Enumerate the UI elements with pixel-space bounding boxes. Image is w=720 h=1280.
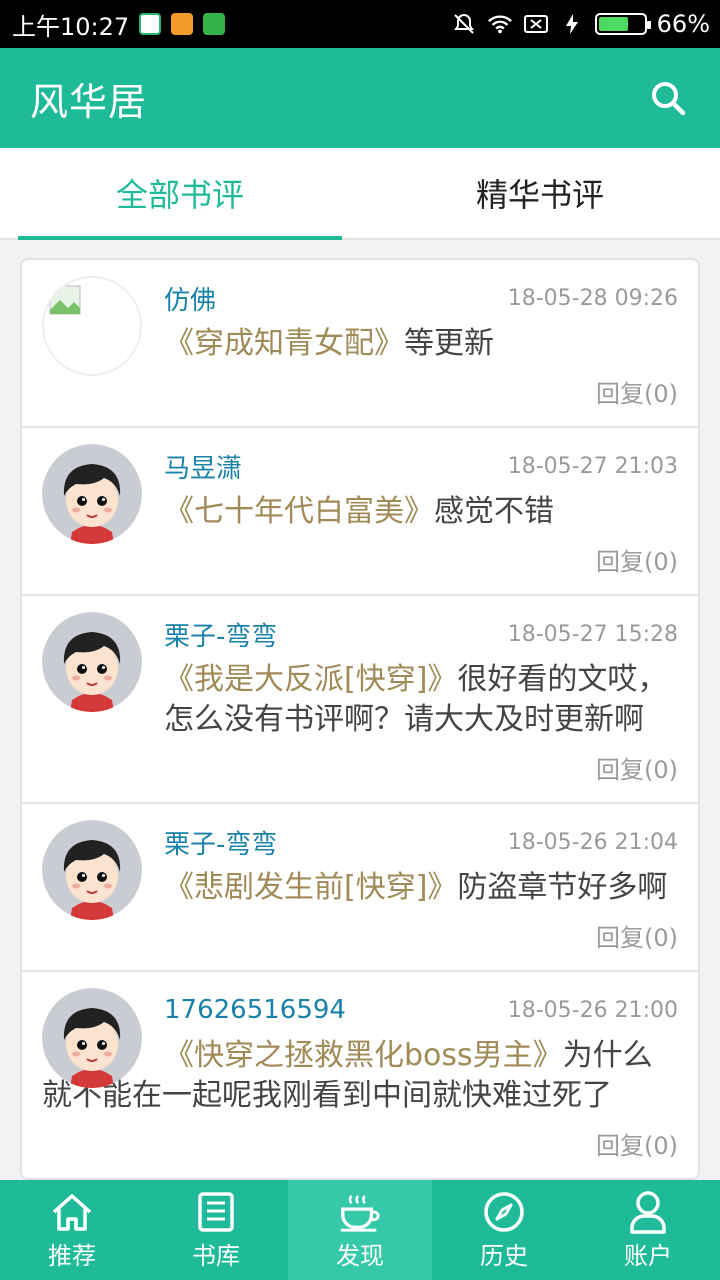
book-icon bbox=[194, 1190, 238, 1234]
review-time: 18-05-27 21:03 bbox=[507, 453, 678, 479]
nav-account[interactable]: 账户 bbox=[576, 1180, 720, 1280]
review-item[interactable]: 17626516594 18-05-26 21:00 《快穿之拯救黑化boss男… bbox=[22, 972, 698, 1178]
nav-discover[interactable]: 发现 bbox=[288, 1180, 432, 1280]
review-list[interactable]: 仿佛 18-05-28 09:26 《穿成知青女配》等更新 回复(0) 马昱潇 … bbox=[20, 258, 700, 1180]
book-title-link[interactable]: 《穿成知青女配》 bbox=[164, 326, 404, 361]
cartoon-avatar-icon bbox=[42, 988, 142, 1088]
review-item[interactable]: 马昱潇 18-05-27 21:03 《七十年代白富美》感觉不错 回复(0) bbox=[22, 428, 698, 596]
book-title-link[interactable]: 《七十年代白富美》 bbox=[164, 494, 434, 529]
app-bar: 风华居 bbox=[0, 48, 720, 148]
cartoon-avatar-icon bbox=[42, 612, 142, 712]
cartoon-avatar-icon bbox=[42, 444, 142, 544]
search-button[interactable] bbox=[646, 76, 690, 120]
review-time: 18-05-28 09:26 bbox=[507, 285, 678, 311]
review-username[interactable]: 马昱潇 bbox=[164, 448, 242, 485]
reply-link[interactable]: 回复(0) bbox=[42, 750, 678, 784]
avatar[interactable] bbox=[42, 276, 142, 376]
nav-recommend-label: 推荐 bbox=[48, 1241, 96, 1270]
nav-history-label: 历史 bbox=[480, 1241, 528, 1270]
reply-link[interactable]: 回复(0) bbox=[42, 918, 678, 952]
reply-link[interactable]: 回复(0) bbox=[42, 1126, 678, 1160]
book-title-link[interactable]: 《快穿之拯救黑化boss男主》 bbox=[164, 1038, 563, 1073]
review-time: 18-05-26 21:04 bbox=[507, 829, 678, 855]
battery-percent: 66% bbox=[656, 10, 710, 38]
book-title-link[interactable]: 《悲剧发生前[快穿]》 bbox=[164, 870, 457, 905]
user-icon bbox=[626, 1190, 670, 1234]
nav-history[interactable]: 历史 bbox=[432, 1180, 576, 1280]
avatar[interactable] bbox=[42, 988, 142, 1088]
bottom-nav: 推荐 书库 发现 历史 账户 bbox=[0, 1180, 720, 1280]
avatar[interactable] bbox=[42, 820, 142, 920]
review-content: 《悲剧发生前[快穿]》防盗章节好多啊 bbox=[164, 868, 678, 908]
wifi-icon bbox=[487, 13, 513, 35]
reply-link[interactable]: 回复(0) bbox=[42, 542, 678, 576]
review-content: 《穿成知青女配》等更新 bbox=[164, 324, 678, 364]
review-username[interactable]: 17626516594 bbox=[164, 995, 346, 1025]
nav-discover-label: 发现 bbox=[336, 1241, 384, 1270]
review-text: 防盗章节好多啊 bbox=[457, 870, 668, 905]
status-bar: 上午10:27 66% bbox=[0, 0, 720, 48]
home-icon bbox=[50, 1190, 94, 1234]
status-time: 上午10:27 bbox=[12, 12, 130, 41]
app-title: 风华居 bbox=[30, 79, 148, 124]
tab-all-reviews[interactable]: 全部书评 bbox=[0, 148, 360, 240]
broken-image-icon bbox=[49, 285, 81, 315]
review-time: 18-05-26 21:00 bbox=[507, 997, 678, 1023]
review-username[interactable]: 栗子-弯弯 bbox=[164, 824, 277, 861]
review-content: 《七十年代白富美》感觉不错 bbox=[164, 492, 678, 532]
battery-icon bbox=[594, 13, 651, 35]
review-content: 《我是大反派[快穿]》很好看的文哎，怎么没有书评啊？请大大及时更新啊 bbox=[164, 660, 678, 740]
review-text: 等更新 bbox=[404, 326, 494, 361]
avatar[interactable] bbox=[42, 612, 142, 712]
app-notification-icon bbox=[139, 13, 162, 35]
book-title-link[interactable]: 《我是大反派[快穿]》 bbox=[164, 662, 457, 697]
charging-icon bbox=[559, 13, 585, 35]
review-username[interactable]: 仿佛 bbox=[164, 280, 216, 317]
nav-library-label: 书库 bbox=[192, 1241, 240, 1270]
reply-link[interactable]: 回复(0) bbox=[42, 374, 678, 408]
tab-featured-reviews[interactable]: 精华书评 bbox=[360, 148, 720, 238]
nav-recommend[interactable]: 推荐 bbox=[0, 1180, 144, 1280]
review-tabs: 全部书评 精华书评 bbox=[0, 148, 720, 240]
cartoon-avatar-icon bbox=[42, 820, 142, 920]
no-sim-icon bbox=[523, 13, 549, 35]
review-username[interactable]: 栗子-弯弯 bbox=[164, 616, 277, 653]
review-text: 感觉不错 bbox=[434, 494, 554, 529]
uc-browser-icon bbox=[171, 13, 194, 35]
avatar[interactable] bbox=[42, 444, 142, 544]
nav-account-label: 账户 bbox=[624, 1241, 672, 1270]
review-item[interactable]: 栗子-弯弯 18-05-27 15:28 《我是大反派[快穿]》很好看的文哎，怎… bbox=[22, 596, 698, 804]
sim-icon bbox=[203, 13, 226, 35]
mute-icon bbox=[451, 13, 477, 35]
search-icon bbox=[652, 82, 686, 116]
review-time: 18-05-27 15:28 bbox=[507, 621, 678, 647]
coffee-icon bbox=[338, 1190, 382, 1234]
nav-library[interactable]: 书库 bbox=[144, 1180, 288, 1280]
review-item[interactable]: 栗子-弯弯 18-05-26 21:04 《悲剧发生前[快穿]》防盗章节好多啊 … bbox=[22, 804, 698, 972]
compass-icon bbox=[482, 1190, 526, 1234]
review-item[interactable]: 仿佛 18-05-28 09:26 《穿成知青女配》等更新 回复(0) bbox=[22, 260, 698, 428]
